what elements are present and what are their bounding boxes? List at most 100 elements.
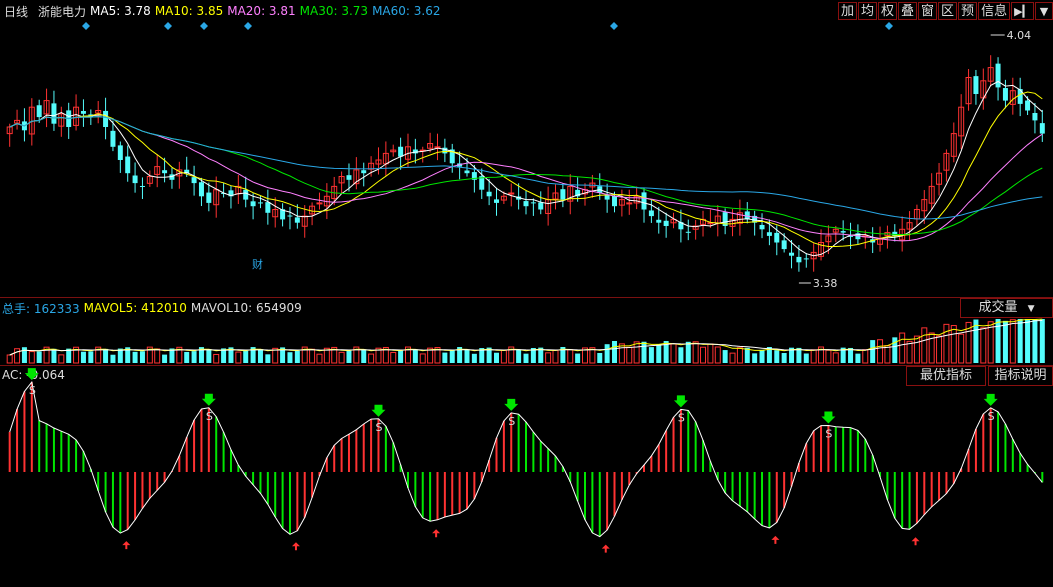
sell-arrow-icon — [821, 411, 836, 424]
sell-arrow-icon — [24, 368, 39, 381]
sell-signal-label: S — [678, 411, 685, 424]
event-diamond-icon — [82, 22, 90, 30]
volume-bar — [88, 351, 94, 363]
candle-body — [162, 170, 168, 174]
volume-bar — [309, 348, 316, 364]
financial-report-marker: 财 — [252, 257, 263, 271]
candle-body — [51, 103, 57, 124]
volume-bar — [744, 347, 750, 363]
candle-body — [789, 252, 795, 256]
candle-body — [464, 170, 470, 174]
candle-body — [1025, 100, 1031, 111]
mavol10-line — [9, 320, 1043, 356]
volume-bar — [759, 349, 765, 363]
volume-bar — [906, 340, 913, 364]
volume-bar — [781, 353, 787, 363]
volume-bar — [346, 350, 352, 363]
volume-bar — [500, 349, 507, 364]
candle-body — [265, 202, 271, 213]
volume-bar — [921, 327, 928, 364]
ac-indicator-pane[interactable]: AC: -0.064 最优指标 指标说明 SSSSSSS — [0, 365, 1053, 587]
candle-body — [257, 202, 263, 204]
volume-bar — [316, 353, 323, 364]
volume-bar — [139, 351, 145, 363]
sell-signal-label: S — [29, 384, 36, 397]
volume-bar — [685, 341, 691, 363]
candle-body — [530, 202, 536, 204]
candle-body — [796, 256, 802, 263]
volume-bar — [419, 353, 426, 364]
volume-bar — [612, 341, 618, 363]
volume-bars — [6, 318, 1045, 364]
candle-body — [604, 195, 610, 200]
volume-bar — [700, 346, 707, 364]
volume-bar — [516, 349, 522, 363]
candle-body — [1039, 123, 1045, 134]
volume-bar — [832, 352, 839, 364]
volume-bar — [132, 351, 138, 363]
candle-body — [117, 145, 123, 160]
buy-arrow-icon — [771, 535, 780, 544]
candle-body — [538, 202, 544, 210]
candlestick-chart[interactable]: 4.04 3.38 财 — [0, 0, 1053, 297]
candle-body — [803, 258, 809, 260]
volume-bar — [870, 340, 876, 363]
volume-bar — [1039, 319, 1045, 363]
volume-bar — [597, 352, 603, 363]
volume-bar — [6, 354, 13, 364]
volume-bar — [1002, 320, 1008, 363]
volume-bar — [913, 335, 920, 364]
ac-histogram: S S S S S S S — [8, 368, 1044, 553]
volume-bar — [58, 354, 65, 364]
volume-bar — [678, 347, 684, 363]
volume-bar — [1032, 319, 1038, 363]
volume-bar — [980, 327, 987, 364]
volume-bar — [648, 347, 654, 363]
volume-bar — [928, 332, 935, 364]
volume-bar — [626, 346, 633, 364]
candle-body — [346, 175, 352, 180]
event-diamond-icon — [610, 22, 618, 30]
candle-body — [316, 202, 323, 205]
volume-pane[interactable]: 总手: 162333 MAVOL5: 412010 MAVOL10: 65490… — [0, 297, 1053, 364]
volume-bar — [950, 325, 957, 364]
volume-bar — [729, 352, 736, 364]
volume-bar — [670, 343, 677, 364]
high-price-label: 4.04 — [1007, 29, 1032, 42]
event-diamond-icon — [200, 22, 208, 30]
sell-arrow-icon — [371, 404, 386, 417]
volume-bar — [575, 353, 581, 363]
candle-body — [125, 156, 131, 174]
volume-bar — [294, 350, 300, 363]
candle-body — [656, 219, 662, 223]
sell-signal-label: S — [988, 410, 995, 423]
volume-bar — [103, 348, 109, 363]
volume-bar — [803, 353, 809, 363]
event-diamond-icon — [164, 22, 172, 30]
volume-bar — [390, 351, 397, 364]
volume-bar — [162, 354, 168, 363]
event-diamond-icon — [244, 22, 252, 30]
volume-bar — [21, 347, 27, 363]
candle-body — [493, 199, 499, 203]
volume-bar — [184, 351, 190, 363]
volume-bar — [154, 348, 161, 364]
candle-body — [398, 146, 404, 157]
volume-bar — [368, 353, 375, 364]
price-chart-pane[interactable]: 日线 浙能电力 MA5: 3.78 MA10: 3.85 MA20: 3.81 … — [0, 0, 1053, 297]
volume-bar — [14, 348, 21, 364]
volume-bar — [398, 350, 404, 363]
volume-bar — [618, 343, 625, 364]
volume-bar — [257, 349, 263, 363]
volume-bar — [943, 323, 950, 364]
volume-bar — [191, 351, 197, 363]
volume-bar — [545, 352, 552, 364]
candle-body — [206, 192, 212, 203]
candle-body — [648, 210, 654, 217]
candle-body — [442, 147, 448, 154]
volume-bar — [442, 352, 448, 363]
volume-bar — [265, 354, 271, 363]
candle-body — [36, 105, 42, 118]
volume-bar — [877, 339, 884, 364]
candle-body — [995, 63, 1001, 88]
